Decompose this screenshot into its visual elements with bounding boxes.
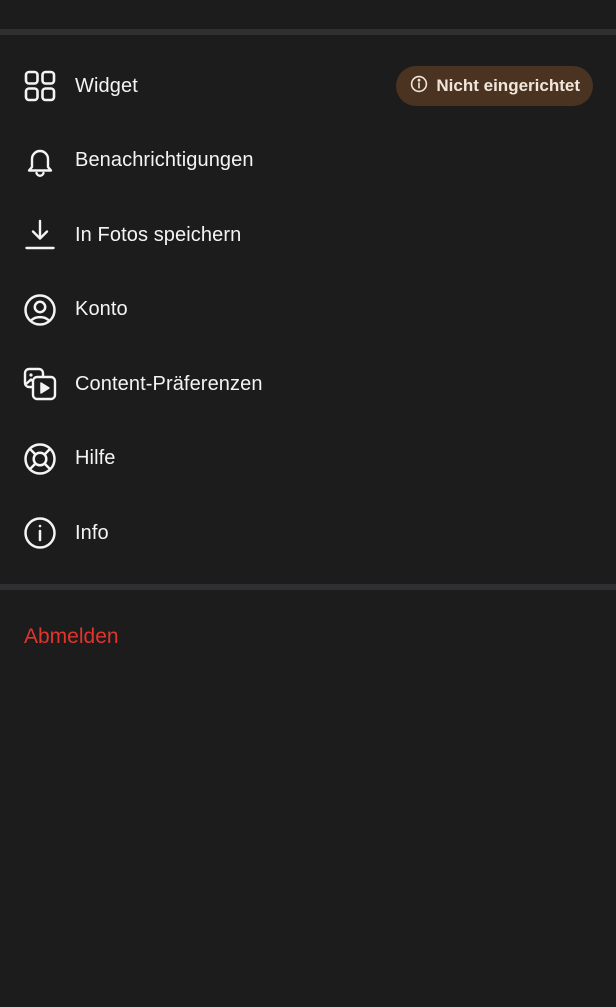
menu-item-label: Widget	[75, 74, 138, 97]
menu-item-account[interactable]: Konto	[0, 273, 616, 348]
menu-item-content-preferences[interactable]: Content-Präferenzen	[0, 347, 616, 422]
widget-grid-icon	[22, 68, 58, 104]
menu-item-help[interactable]: Hilfe	[0, 422, 616, 497]
menu-item-label: Hilfe	[75, 447, 116, 470]
menu-item-info[interactable]: Info	[0, 496, 616, 571]
media-stack-icon	[22, 366, 58, 402]
info-small-icon	[410, 75, 428, 98]
info-icon	[22, 515, 58, 551]
top-spacer	[0, 0, 616, 29]
settings-menu: Widget Nicht eingerichtet Benachrichtigu…	[0, 35, 616, 571]
menu-item-notifications[interactable]: Benachrichtigungen	[0, 124, 616, 199]
menu-item-label: In Fotos speichern	[75, 223, 242, 246]
menu-item-save-photos[interactable]: In Fotos speichern	[0, 198, 616, 273]
menu-item-label: Benachrichtigungen	[75, 149, 254, 172]
widget-status-badge[interactable]: Nicht eingerichtet	[396, 66, 593, 107]
menu-item-label: Content-Präferenzen	[75, 372, 263, 395]
logout-button[interactable]: Abmelden	[24, 625, 119, 649]
account-icon	[22, 292, 58, 328]
lifebuoy-icon	[22, 441, 58, 477]
menu-item-widget[interactable]: Widget Nicht eingerichtet	[0, 49, 616, 124]
widget-status-label: Nicht eingerichtet	[436, 76, 580, 96]
menu-item-label: Konto	[75, 298, 128, 321]
section-divider-bottom	[0, 584, 616, 590]
bell-icon	[22, 143, 58, 179]
menu-item-label: Info	[75, 521, 109, 544]
download-icon	[22, 217, 58, 253]
